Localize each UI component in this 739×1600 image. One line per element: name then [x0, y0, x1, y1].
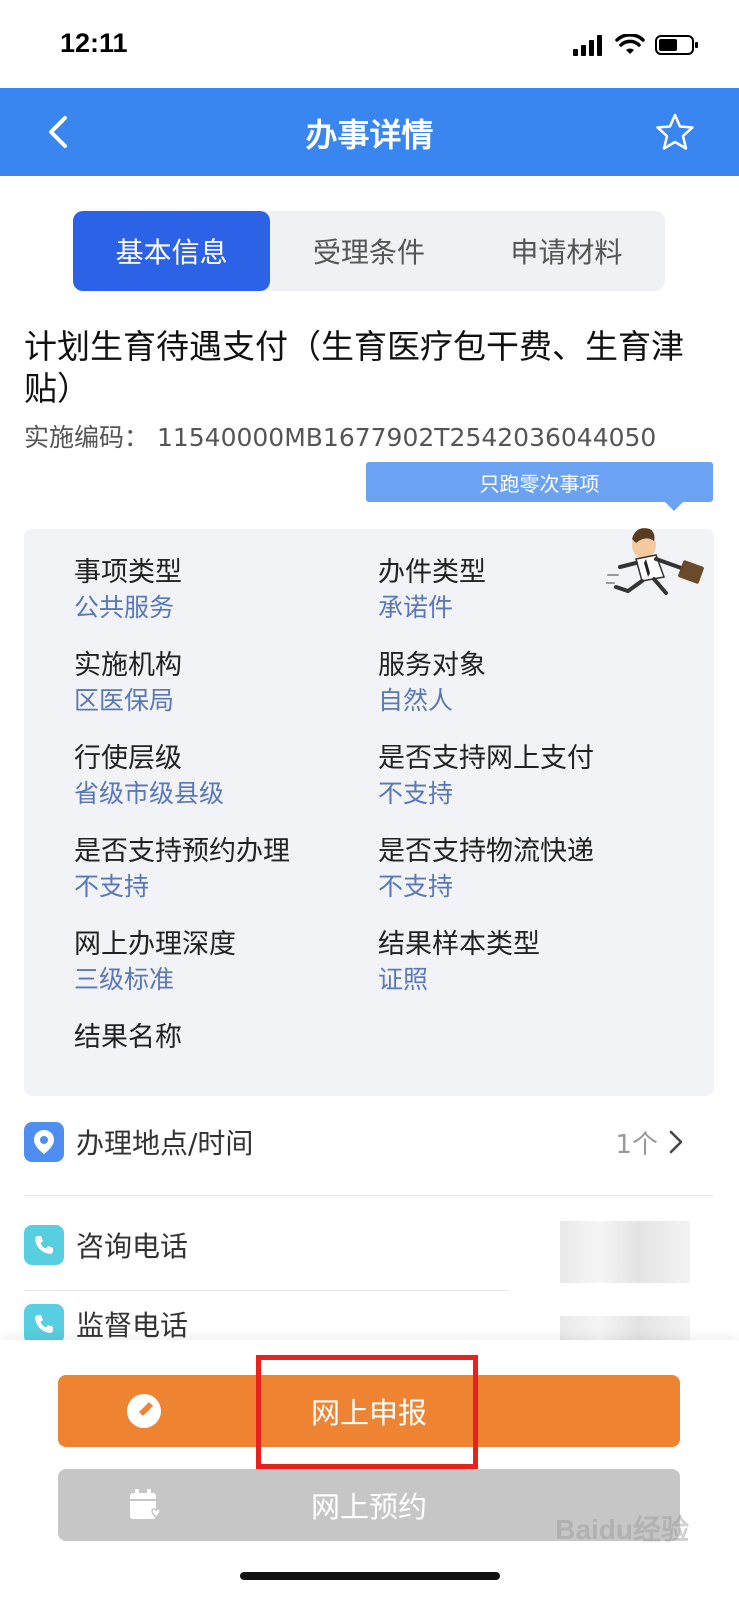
info-value: 不支持: [378, 779, 454, 808]
info-item-service-target: 服务对象 自然人: [378, 648, 678, 718]
count-text: 1个: [615, 1129, 658, 1160]
status-icons: [573, 32, 699, 58]
info-label: 事项类型: [74, 557, 182, 588]
divider: [24, 1195, 714, 1196]
info-value: 省级市级县级: [74, 779, 225, 808]
home-indicator: [240, 1572, 500, 1580]
info-value: 区医保局: [74, 686, 175, 715]
row-label: 咨询电话: [76, 1230, 189, 1263]
location-time-row[interactable]: 办理地点/时间 1个: [24, 1097, 714, 1187]
status-time: 12:11: [60, 28, 128, 58]
star-icon: [656, 113, 694, 150]
info-item-online-depth: 网上办理深度 三级标准: [74, 927, 374, 997]
supervise-phone-number-blurred: [560, 1316, 690, 1340]
chevron-right-icon: [669, 1130, 683, 1154]
highlight-box: [256, 1355, 478, 1469]
edit-icon: [127, 1394, 161, 1428]
tab-basic-info[interactable]: 基本信息: [73, 211, 271, 291]
info-label: 实施机构: [74, 650, 182, 681]
row-label: 监督电话: [76, 1309, 189, 1340]
info-label: 行使层级: [74, 743, 182, 774]
info-value: 不支持: [74, 872, 150, 901]
info-value: 证照: [378, 965, 429, 994]
row-label: 办理地点/时间: [76, 1127, 254, 1160]
info-item-result-sample: 结果样本类型 证照: [378, 927, 678, 997]
phone-icon: [24, 1304, 64, 1340]
info-value: 自然人: [378, 686, 454, 715]
info-label: 是否支持物流快递: [378, 836, 594, 867]
location-pin-icon: [24, 1122, 64, 1162]
info-value: 不支持: [378, 872, 454, 901]
info-item-express: 是否支持物流快递 不支持: [378, 834, 678, 904]
tab-application-materials[interactable]: 申请材料: [468, 211, 665, 291]
info-item-result-name: 结果名称: [74, 1020, 374, 1056]
status-bar: 12:11: [0, 0, 739, 88]
page-title: 办事详情: [305, 116, 434, 154]
zero-trip-badge: 只跑零次事项: [366, 462, 713, 511]
location-count: 1个: [615, 1124, 684, 1161]
calendar-heart-icon: [130, 1489, 161, 1519]
info-item-matter-type: 事项类型 公共服务: [74, 555, 374, 625]
favorite-button[interactable]: [651, 108, 699, 156]
item-title: 计划生育待遇支付（生育医疗包干费、生育津贴）: [24, 327, 684, 408]
info-item-level: 行使层级 省级市级县级: [74, 741, 374, 811]
button-label: 网上预约: [310, 1490, 427, 1524]
info-label: 结果名称: [74, 1022, 182, 1053]
info-label: 结果样本类型: [378, 929, 540, 960]
tab-acceptance-conditions[interactable]: 受理条件: [270, 211, 467, 291]
info-label: 服务对象: [378, 650, 486, 681]
tab-bar: 基本信息 受理条件 申请材料: [73, 211, 665, 291]
divider: [24, 1290, 508, 1291]
code-value: 11540000MB1677902T2542036044050: [156, 423, 657, 452]
info-label: 网上办理深度: [74, 929, 236, 960]
info-card: 事项类型 公共服务 办件类型 承诺件 实施机构 区医保局 服务对象 自然人 行使…: [24, 529, 714, 1096]
info-item-reservation: 是否支持预约办理 不支持: [74, 834, 374, 904]
consult-phone-number-blurred: [560, 1221, 690, 1283]
phone-icon: [24, 1225, 64, 1265]
wifi-icon: [615, 34, 645, 54]
info-value: 三级标准: [74, 965, 175, 994]
running-man-illustration: [606, 528, 704, 595]
battery-icon: [655, 35, 698, 55]
signal-icon: [573, 35, 602, 56]
info-value: 公共服务: [74, 593, 175, 622]
info-item-online-payment: 是否支持网上支付 不支持: [378, 741, 678, 811]
nav-bar: 办事详情: [0, 88, 739, 176]
code-label: 实施编码：: [24, 423, 150, 452]
info-label: 是否支持预约办理: [74, 836, 290, 867]
info-item-agency: 实施机构 区医保局: [74, 648, 374, 718]
watermark: Baidu经验: [555, 1514, 689, 1545]
implementation-code: 实施编码： 11540000MB1677902T2542036044050: [24, 418, 656, 454]
info-label: 是否支持网上支付: [378, 743, 594, 774]
